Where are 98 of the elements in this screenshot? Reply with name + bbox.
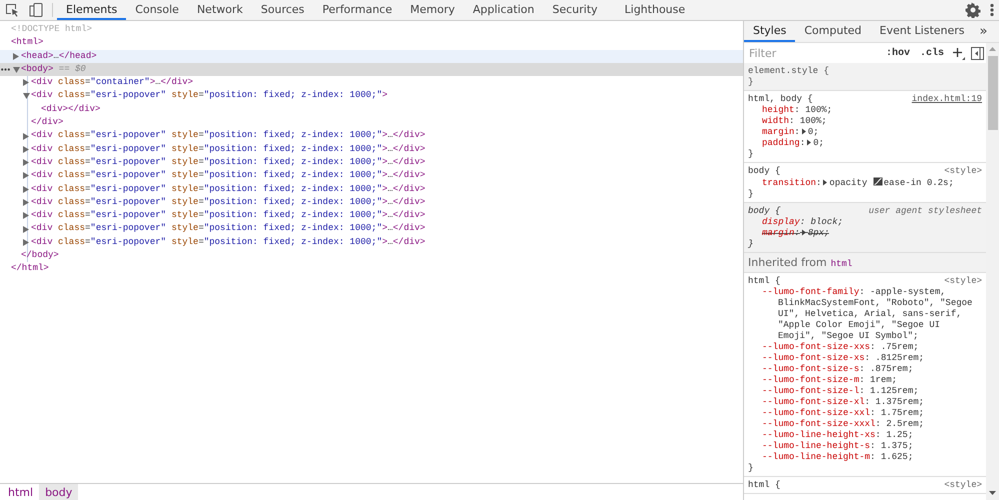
sidebar-tab[interactable]: Event Listeners [870,21,974,42]
panel-tab[interactable]: Performance [313,0,402,20]
sidebar-tab[interactable]: Computed [795,21,871,42]
code-line: <html> [11,36,44,50]
code-line: <div class="esri-popover" style="position: fixed; z-index: 1000;">…</div> [31,222,426,236]
closing-brace: } [748,149,754,160]
closing-brace: } [748,239,754,250]
triangle-right-icon[interactable] [821,178,830,186]
panel-tab[interactable]: Application [464,0,544,20]
scrollbar[interactable] [986,43,999,500]
triangle-right-icon[interactable] [23,132,29,140]
css-selector: html { [748,276,780,287]
sidebar-toggle-icon[interactable] [971,46,984,60]
css-selector: body { [748,206,780,217]
triangle-down-icon[interactable] [23,93,30,100]
toggle-button[interactable]: :hov [884,46,912,60]
css-property: --lumo-line-height-s: 1.375; [761,441,914,452]
code-line: <div class="container">…</div> [31,76,194,90]
triangle-right-icon[interactable] [23,186,29,193]
css-property: --lumo-font-size-m: 1rem; [761,375,898,386]
scroll-down-icon[interactable] [989,491,996,496]
source-label: user agent stylesheet [868,206,982,217]
css-selector: element.style { [748,66,830,77]
css-property: --lumo-font-size-xl: 1.375rem; [761,397,926,408]
new-rule-icon[interactable] [952,46,965,60]
code-line: </body> [21,249,59,262]
triangle-right-icon[interactable] [23,212,29,220]
triangle-right-icon[interactable] [23,172,29,180]
css-property: height: 100%; [761,105,834,116]
code-line: </div> [31,116,64,130]
code-line: <body> == $0 [21,62,86,76]
closing-brace: } [748,463,754,474]
css-property: --lumo-font-size-l: 1.125rem; [761,386,920,397]
code-line: </html> [11,262,49,276]
code-line: <div class="esri-popover" style="position: fixed; z-index: 1000;">…</div> [31,156,426,169]
panel-tab[interactable]: Network [188,0,252,20]
triangle-right-icon[interactable] [13,52,19,60]
device-toolbar-icon[interactable] [28,2,44,18]
closing-brace: } [748,189,754,200]
more-options-icon[interactable] [989,2,995,18]
closing-brace: } [748,77,754,88]
css-property: padding: 0; [761,138,826,149]
css-property: --lumo-font-size-xs: .8125rem; [761,353,926,364]
css-property: transition: opacity ease-in 0.2s; [761,177,955,189]
code-line: <div class="esri-popover" style="position: fixed; z-index: 1000;">…</div> [31,129,426,142]
easing-curve-icon[interactable] [872,177,883,186]
settings-icon[interactable] [965,2,981,18]
triangle-right-icon[interactable] [23,159,29,166]
tree-row[interactable]: <body> == $0 [0,62,743,76]
css-property: --lumo-font-size-xxxl: 2.5rem; [761,419,926,430]
css-property: margin: 0; [761,127,820,138]
code-line: <head>…</head> [21,50,97,63]
more-tabs-button[interactable]: » [974,21,994,42]
css-property: --lumo-font-size-s: .875rem; [761,364,914,375]
code-line: <div class="esri-popover" style="position: fixed; z-index: 1000;"> [31,89,388,102]
panel-tab[interactable]: Elements [57,0,126,20]
source-label: <style> [944,166,982,177]
triangle-right-icon[interactable] [23,146,29,153]
code-line: <div class="esri-popover" style="position: fixed; z-index: 1000;">…</div> [31,142,426,156]
more-dots-icon[interactable] [1,68,10,71]
css-property: --lumo-font-size-xxs: .75rem; [761,342,920,353]
triangle-right-icon[interactable] [23,238,29,246]
panel-tab[interactable]: Memory [401,0,464,20]
scrollbar-thumb[interactable] [988,56,998,130]
source-label: <style> [944,276,982,287]
code-line: <div class="esri-popover" style="position: fixed; z-index: 1000;">…</div> [31,209,426,222]
css-property: --lumo-font-size-xxl: 1.75rem; [761,408,926,419]
code-line: <div class="esri-popover" style="position: fixed; z-index: 1000;">…</div> [31,196,426,209]
panel-tab[interactable]: Lighthouse [616,0,694,20]
css-property: --lumo-line-height-xs: 1.25; [761,430,914,441]
css-property: display: block; [761,217,844,228]
code-line: <div class="esri-popover" style="position: fixed; z-index: 1000;">…</div> [31,236,426,249]
inspect-element-icon[interactable] [4,2,20,18]
triangle-right-icon[interactable] [23,226,29,233]
code-line: <div></div> [41,102,100,116]
toggle-button[interactable]: .cls [918,46,946,60]
panel-tab[interactable]: Console [126,0,188,20]
code-line: <!DOCTYPE html> [11,23,92,36]
breadcrumb[interactable]: html [2,484,40,500]
code-line: <div class="esri-popover" style="position: fixed; z-index: 1000;">…</div> [31,169,426,182]
code-line: <div class="esri-popover" style="position: fixed; z-index: 1000;">…</div> [31,182,426,196]
source-label: <style> [944,480,982,491]
triangle-right-icon[interactable] [23,199,29,206]
css-property: --lumo-font-family: -apple-system, BlinkMacSystemFont, "Roboto", "Segoe UI", Helvetica, Arial, sans-serif, "Apple Color Emoji", "Segoe UI Emoji", "Segoe UI Symbol"; [761,287,974,342]
triangle-down-icon[interactable] [13,66,20,73]
css-property: width: 100%; [761,116,828,127]
css-selector: html, body { [748,94,813,105]
inherited-label: Inherited from [748,256,827,269]
tree-row[interactable]: <head>…</head> [0,50,743,63]
css-selector: body { [748,166,780,177]
source-link[interactable]: index.html:19 [912,94,982,105]
css-selector: html { [748,480,780,491]
panel-tab[interactable]: Sources [252,0,314,20]
breadcrumb[interactable]: body [39,484,78,500]
panel-tab[interactable]: Security [543,0,607,20]
element-link[interactable]: html [830,259,852,269]
css-property: --lumo-line-height-m: 1.625; [761,452,914,463]
triangle-right-icon[interactable] [23,79,29,86]
